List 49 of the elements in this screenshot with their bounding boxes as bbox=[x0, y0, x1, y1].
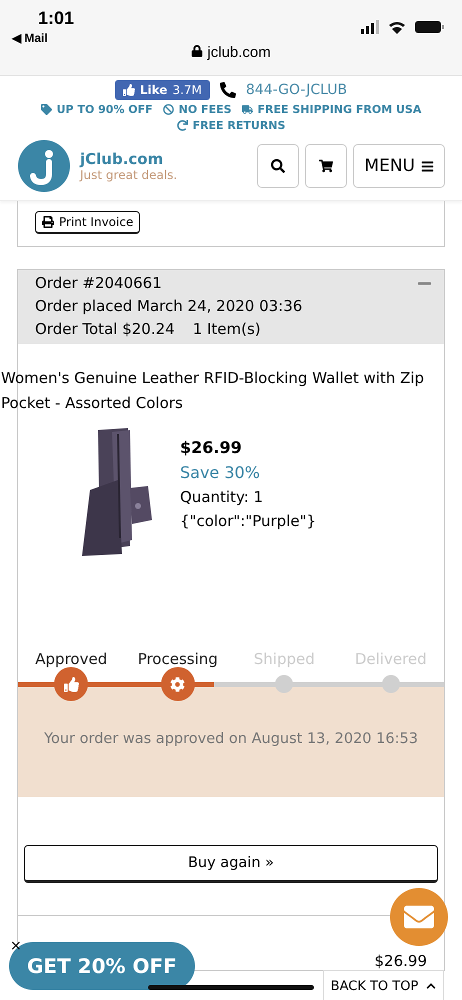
perk-label: FREE SHIPPING FROM USA bbox=[258, 103, 422, 116]
product-title[interactable]: Women's Genuine Leather RFID-Blocking Wallet with Zip Pocket - Assorted Colors bbox=[1, 344, 444, 416]
thumbs-up-icon bbox=[122, 84, 135, 96]
signal-icon bbox=[361, 20, 379, 34]
discount-label: Save 30% bbox=[180, 463, 261, 482]
back-to-top-button[interactable]: BACK TO TOP bbox=[323, 970, 444, 1000]
like-count: 3.7M bbox=[172, 83, 202, 97]
item-count: 1 Item(s) bbox=[192, 320, 261, 338]
cart-button[interactable] bbox=[305, 144, 348, 188]
clock-time: 1:01 bbox=[38, 8, 74, 29]
gear-icon bbox=[170, 676, 186, 692]
step-label: Processing bbox=[138, 650, 218, 668]
search-icon bbox=[271, 159, 286, 173]
refresh-icon bbox=[176, 120, 188, 131]
order-date: Order placed March 24, 2020 03:36 bbox=[35, 297, 302, 315]
perk-label: NO FEES bbox=[178, 103, 232, 116]
address-bar[interactable]: jclub.com bbox=[0, 44, 462, 61]
back-to-app-link[interactable]: ◀ Mail bbox=[12, 31, 48, 45]
tag-icon bbox=[40, 104, 52, 115]
perk-label: FREE RETURNS bbox=[192, 119, 286, 132]
phone-link[interactable]: 844-GO-JCLUB bbox=[246, 82, 348, 98]
menu-icon bbox=[421, 160, 434, 172]
printer-icon bbox=[42, 216, 54, 228]
step-label: Approved bbox=[35, 650, 108, 668]
phone-icon bbox=[220, 82, 236, 98]
brand-tagline: Just great deals. bbox=[80, 168, 178, 182]
wifi-icon bbox=[389, 20, 405, 34]
logo-icon bbox=[18, 140, 70, 192]
perk-label: UP TO 90% OFF bbox=[56, 103, 153, 116]
order-number: Order #2040661 bbox=[35, 274, 162, 292]
battery-icon bbox=[415, 21, 444, 33]
prohibited-icon bbox=[162, 104, 174, 115]
print-invoice-button[interactable]: Print Invoice bbox=[35, 211, 140, 234]
menu-button[interactable]: MENU bbox=[353, 144, 445, 188]
brand-name: jClub.com bbox=[80, 150, 164, 168]
summary-value: $26.99 bbox=[374, 952, 427, 970]
like-button[interactable]: Like 3.7M bbox=[114, 80, 210, 100]
order-header[interactable]: Order #2040661 Order placed March 24, 2020 03:36 Order Total $20.24 1 Item(s) bbox=[18, 270, 444, 344]
status-message: Your order was approved on August 13, 2020 16:53 bbox=[18, 687, 444, 797]
cart-icon bbox=[319, 159, 334, 173]
quantity-label: Quantity: 1 bbox=[180, 488, 264, 506]
caret-icon bbox=[426, 981, 436, 991]
product-price: $26.99 bbox=[180, 438, 243, 457]
thumbs-up-icon bbox=[64, 676, 79, 692]
order-total: Order Total $20.24 bbox=[35, 320, 175, 338]
search-button[interactable] bbox=[257, 144, 300, 188]
truck-icon bbox=[242, 104, 253, 115]
product-options: {"color":"Purple"} bbox=[180, 512, 316, 530]
buy-again-button[interactable]: Buy again » bbox=[24, 845, 438, 883]
